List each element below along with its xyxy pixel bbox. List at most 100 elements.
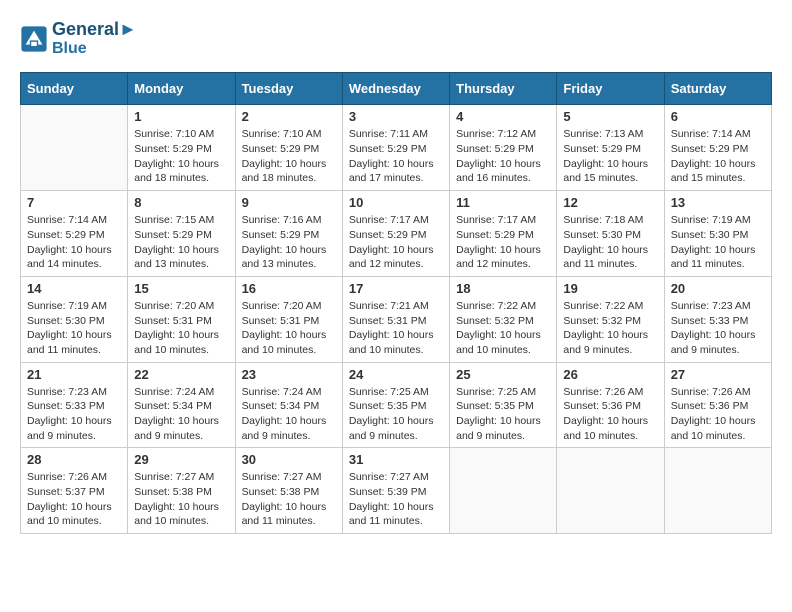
calendar-header-friday: Friday — [557, 73, 664, 105]
calendar-cell: 7Sunrise: 7:14 AM Sunset: 5:29 PM Daylig… — [21, 191, 128, 277]
calendar-cell: 9 Sunrise: 7:16 AM Sunset: 5:29 PM Daylig… — [235, 191, 342, 277]
day-number: 7 — [27, 195, 121, 210]
day-info: Sunrise: 7:27 AM Sunset: 5:39 PM Dayligh… — [349, 470, 443, 529]
calendar-cell: 10Sunrise: 7:17 AM Sunset: 5:29 PM Dayli… — [342, 191, 449, 277]
day-number: 27 — [671, 367, 765, 382]
day-number: 1 — [134, 109, 228, 124]
calendar-header-saturday: Saturday — [664, 73, 771, 105]
calendar-cell: 28 Sunrise: 7:26 AM Sunset: 5:37 PM Dayli… — [21, 448, 128, 534]
calendar-cell: 22Sunrise: 7:24 AM Sunset: 5:34 PM Dayli… — [128, 362, 235, 448]
top-bar: General► Blue — [20, 20, 772, 62]
calendar-cell: 15 Sunrise: 7:20 AM Sunset: 5:31 PM Dayli… — [128, 276, 235, 362]
day-info: Sunrise: 7:18 AM Sunset: 5:30 PM Dayligh… — [563, 213, 657, 272]
calendar-header-monday: Monday — [128, 73, 235, 105]
calendar-cell: 29 Sunrise: 7:27 AM Sunset: 5:38 PM Dayli… — [128, 448, 235, 534]
day-info: Sunrise: 7:15 AM Sunset: 5:29 PM Dayligh… — [134, 213, 228, 272]
day-info: Sunrise: 7:10 AM Sunset: 5:29 PM Dayligh… — [242, 127, 336, 186]
calendar-header-thursday: Thursday — [450, 73, 557, 105]
day-number: 11 — [456, 195, 550, 210]
calendar-cell: 31 Sunrise: 7:27 AM Sunset: 5:39 PM Dayli… — [342, 448, 449, 534]
calendar-week-1: 7Sunrise: 7:14 AM Sunset: 5:29 PM Daylig… — [21, 191, 772, 277]
calendar-cell: 19 Sunrise: 7:22 AM Sunset: 5:32 PM Dayli… — [557, 276, 664, 362]
day-info: Sunrise: 7:23 AM Sunset: 5:33 PM Dayligh… — [671, 299, 765, 358]
calendar-cell: 12 Sunrise: 7:18 AM Sunset: 5:30 PM Dayli… — [557, 191, 664, 277]
day-number: 2 — [242, 109, 336, 124]
day-info: Sunrise: 7:22 AM Sunset: 5:32 PM Dayligh… — [456, 299, 550, 358]
day-number: 6 — [671, 109, 765, 124]
day-number: 28 — [27, 452, 121, 467]
day-info: Sunrise: 7:20 AM Sunset: 5:31 PM Dayligh… — [134, 299, 228, 358]
day-number: 30 — [242, 452, 336, 467]
day-number: 3 — [349, 109, 443, 124]
day-number: 24 — [349, 367, 443, 382]
day-number: 29 — [134, 452, 228, 467]
day-info: Sunrise: 7:27 AM Sunset: 5:38 PM Dayligh… — [134, 470, 228, 529]
calendar-header-wednesday: Wednesday — [342, 73, 449, 105]
calendar-header-tuesday: Tuesday — [235, 73, 342, 105]
day-number: 4 — [456, 109, 550, 124]
calendar-cell: 26 Sunrise: 7:26 AM Sunset: 5:36 PM Dayli… — [557, 362, 664, 448]
day-number: 15 — [134, 281, 228, 296]
day-number: 26 — [563, 367, 657, 382]
day-number: 8 — [134, 195, 228, 210]
day-info: Sunrise: 7:13 AM Sunset: 5:29 PM Dayligh… — [563, 127, 657, 186]
calendar-week-2: 14Sunrise: 7:19 AM Sunset: 5:30 PM Dayli… — [21, 276, 772, 362]
day-info: Sunrise: 7:16 AM Sunset: 5:29 PM Dayligh… — [242, 213, 336, 272]
calendar-cell: 4 Sunrise: 7:12 AM Sunset: 5:29 PM Daylig… — [450, 105, 557, 191]
day-info: Sunrise: 7:26 AM Sunset: 5:36 PM Dayligh… — [671, 385, 765, 444]
day-info: Sunrise: 7:26 AM Sunset: 5:37 PM Dayligh… — [27, 470, 121, 529]
logo-icon — [20, 25, 48, 53]
calendar-cell: 27 Sunrise: 7:26 AM Sunset: 5:36 PM Dayli… — [664, 362, 771, 448]
calendar-cell: 25 Sunrise: 7:25 AM Sunset: 5:35 PM Dayli… — [450, 362, 557, 448]
calendar-cell: 3Sunrise: 7:11 AM Sunset: 5:29 PM Daylig… — [342, 105, 449, 191]
day-info: Sunrise: 7:19 AM Sunset: 5:30 PM Dayligh… — [671, 213, 765, 272]
day-info: Sunrise: 7:22 AM Sunset: 5:32 PM Dayligh… — [563, 299, 657, 358]
day-info: Sunrise: 7:10 AM Sunset: 5:29 PM Dayligh… — [134, 127, 228, 186]
day-info: Sunrise: 7:25 AM Sunset: 5:35 PM Dayligh… — [456, 385, 550, 444]
day-info: Sunrise: 7:21 AM Sunset: 5:31 PM Dayligh… — [349, 299, 443, 358]
day-number: 19 — [563, 281, 657, 296]
day-number: 31 — [349, 452, 443, 467]
calendar-cell: 5Sunrise: 7:13 AM Sunset: 5:29 PM Daylig… — [557, 105, 664, 191]
calendar-cell: 13 Sunrise: 7:19 AM Sunset: 5:30 PM Dayli… — [664, 191, 771, 277]
day-number: 13 — [671, 195, 765, 210]
day-info: Sunrise: 7:14 AM Sunset: 5:29 PM Dayligh… — [671, 127, 765, 186]
day-number: 14 — [27, 281, 121, 296]
day-info: Sunrise: 7:25 AM Sunset: 5:35 PM Dayligh… — [349, 385, 443, 444]
calendar-cell: 11 Sunrise: 7:17 AM Sunset: 5:29 PM Dayli… — [450, 191, 557, 277]
day-number: 18 — [456, 281, 550, 296]
day-number: 12 — [563, 195, 657, 210]
logo: General► Blue — [20, 20, 137, 57]
calendar-cell: 24 Sunrise: 7:25 AM Sunset: 5:35 PM Dayli… — [342, 362, 449, 448]
calendar: SundayMondayTuesdayWednesdayThursdayFrid… — [20, 72, 772, 534]
day-number: 9 — [242, 195, 336, 210]
calendar-cell — [557, 448, 664, 534]
day-info: Sunrise: 7:17 AM Sunset: 5:29 PM Dayligh… — [456, 213, 550, 272]
day-number: 17 — [349, 281, 443, 296]
calendar-cell: 1 Sunrise: 7:10 AM Sunset: 5:29 PM Daylig… — [128, 105, 235, 191]
calendar-cell — [664, 448, 771, 534]
calendar-cell: 17 Sunrise: 7:21 AM Sunset: 5:31 PM Dayli… — [342, 276, 449, 362]
calendar-week-0: 1 Sunrise: 7:10 AM Sunset: 5:29 PM Daylig… — [21, 105, 772, 191]
day-number: 20 — [671, 281, 765, 296]
calendar-week-3: 21 Sunrise: 7:23 AM Sunset: 5:33 PM Dayli… — [21, 362, 772, 448]
logo-text: General► Blue — [52, 20, 137, 57]
day-number: 23 — [242, 367, 336, 382]
calendar-cell: 18 Sunrise: 7:22 AM Sunset: 5:32 PM Dayli… — [450, 276, 557, 362]
day-info: Sunrise: 7:12 AM Sunset: 5:29 PM Dayligh… — [456, 127, 550, 186]
calendar-cell: 23 Sunrise: 7:24 AM Sunset: 5:34 PM Dayli… — [235, 362, 342, 448]
calendar-cell: 8 Sunrise: 7:15 AM Sunset: 5:29 PM Daylig… — [128, 191, 235, 277]
day-info: Sunrise: 7:24 AM Sunset: 5:34 PM Dayligh… — [134, 385, 228, 444]
day-number: 21 — [27, 367, 121, 382]
calendar-cell: 30Sunrise: 7:27 AM Sunset: 5:38 PM Dayli… — [235, 448, 342, 534]
calendar-cell: 14Sunrise: 7:19 AM Sunset: 5:30 PM Dayli… — [21, 276, 128, 362]
calendar-cell: 21 Sunrise: 7:23 AM Sunset: 5:33 PM Dayli… — [21, 362, 128, 448]
calendar-cell — [21, 105, 128, 191]
day-info: Sunrise: 7:24 AM Sunset: 5:34 PM Dayligh… — [242, 385, 336, 444]
calendar-week-4: 28 Sunrise: 7:26 AM Sunset: 5:37 PM Dayli… — [21, 448, 772, 534]
day-number: 25 — [456, 367, 550, 382]
day-info: Sunrise: 7:26 AM Sunset: 5:36 PM Dayligh… — [563, 385, 657, 444]
day-info: Sunrise: 7:17 AM Sunset: 5:29 PM Dayligh… — [349, 213, 443, 272]
logo-line1: General► — [52, 20, 137, 40]
day-info: Sunrise: 7:23 AM Sunset: 5:33 PM Dayligh… — [27, 385, 121, 444]
